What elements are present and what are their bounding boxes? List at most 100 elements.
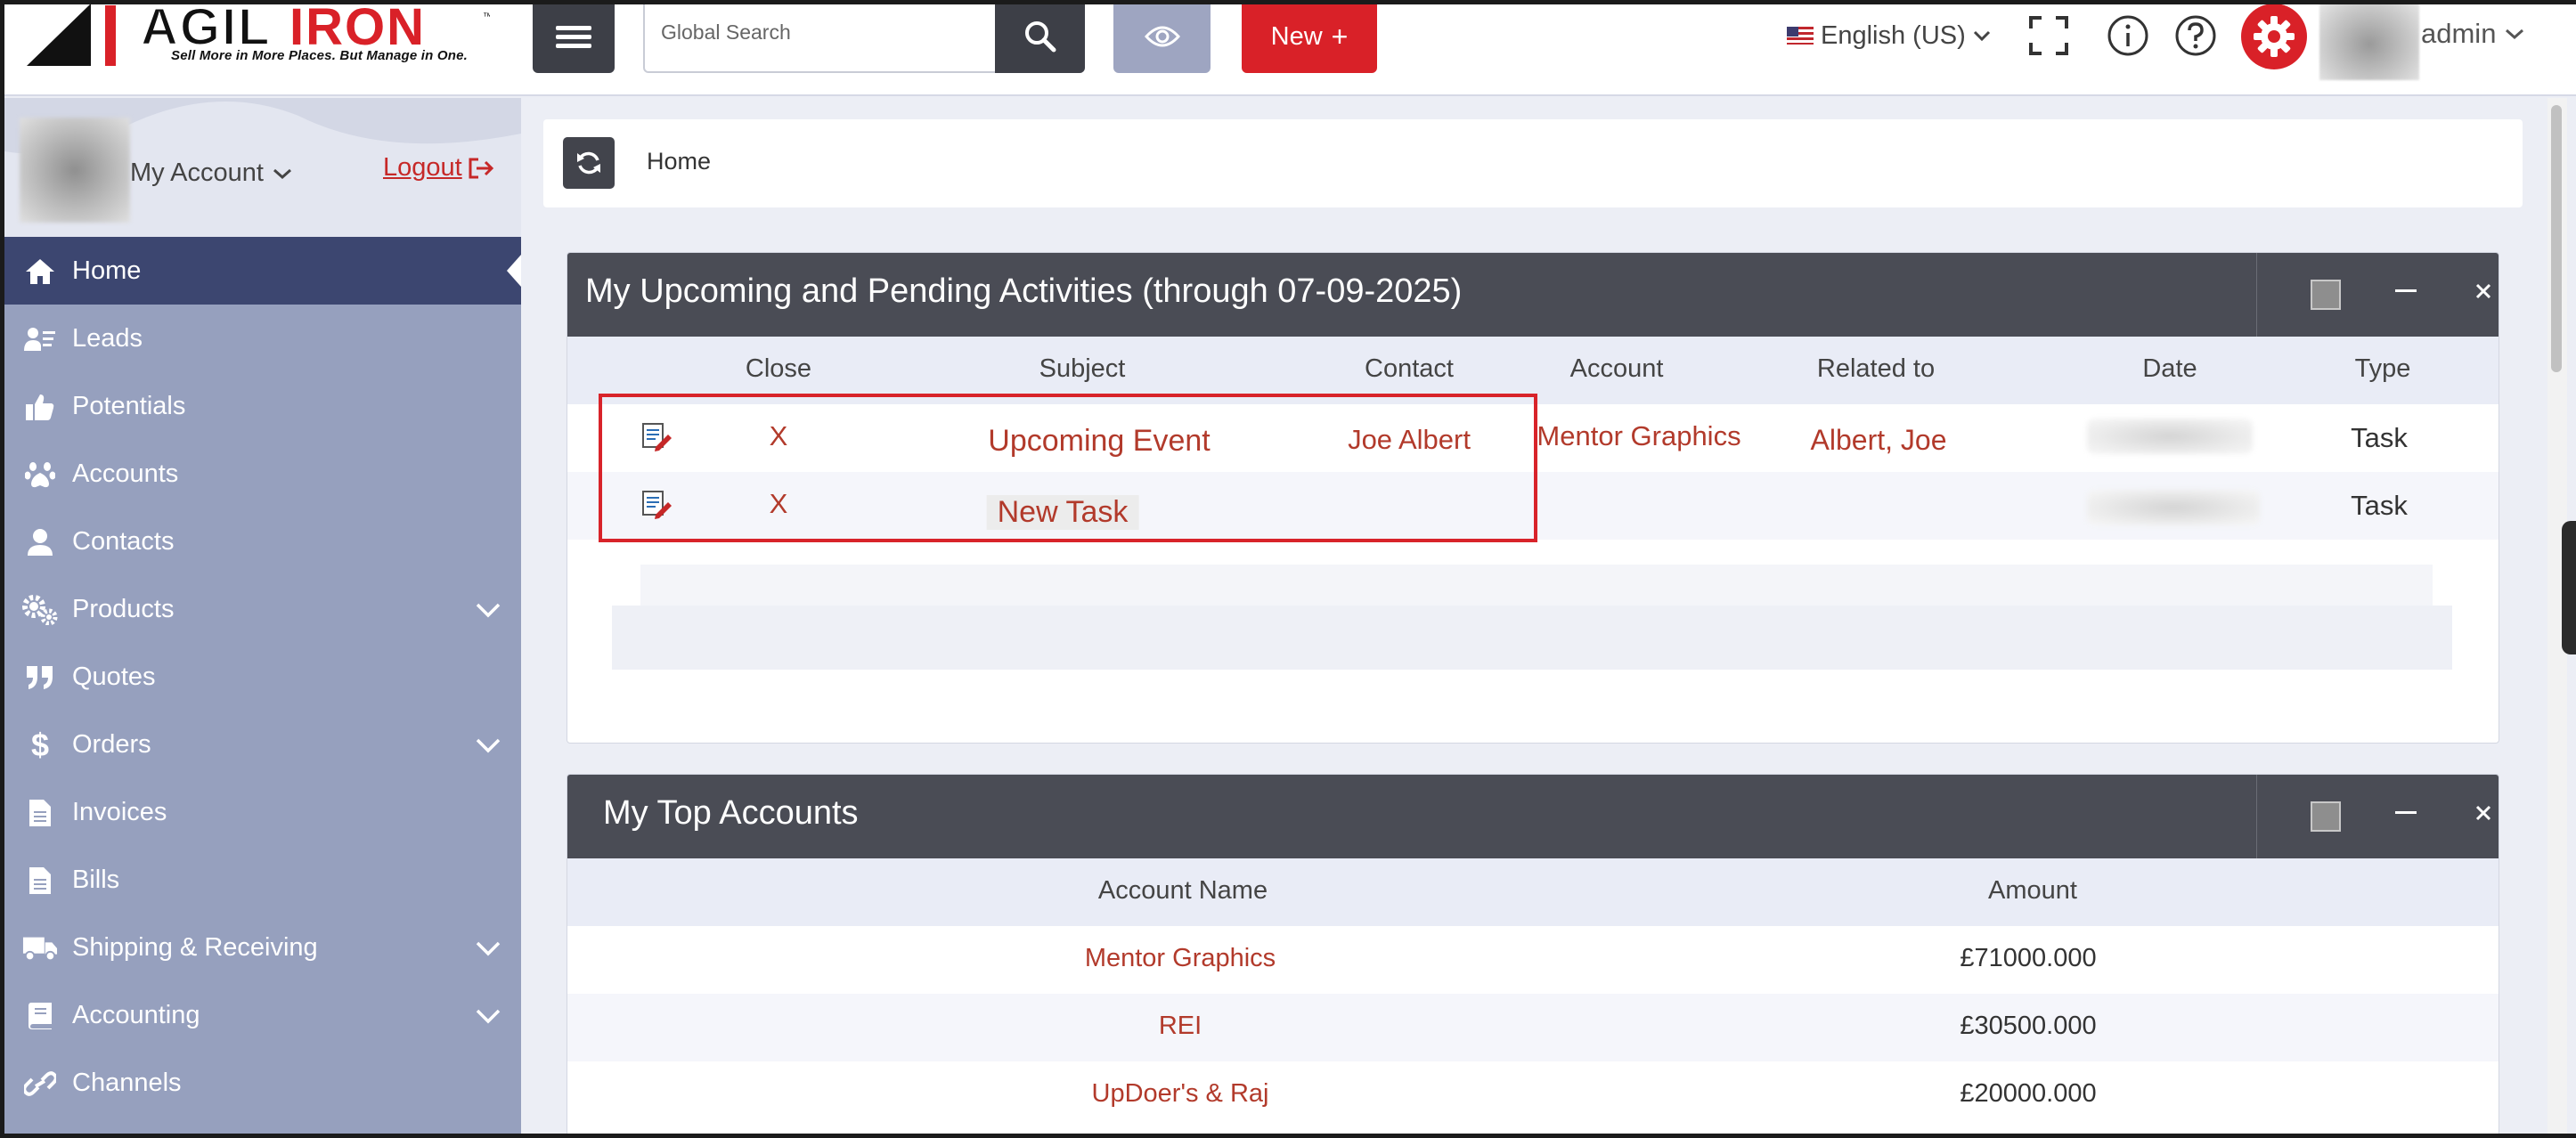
sidebar-item-contacts[interactable]: Contacts [4, 508, 521, 575]
thumbs-up-icon [22, 392, 58, 422]
sidebar-item-potentials[interactable]: Potentials [4, 372, 521, 440]
sidebar-item-channels[interactable]: Channels [4, 1049, 521, 1117]
type-value: Task [2351, 422, 2408, 453]
new-button[interactable]: New + [1242, 0, 1377, 73]
top-bar: AGIL IRON ™ Sell More in More Places. Bu… [0, 0, 2576, 96]
document-icon [22, 798, 58, 828]
account-name-link[interactable]: UpDoer's & Raj [1092, 1079, 1269, 1109]
sidebar-item-products[interactable]: Products [4, 575, 521, 643]
refresh-button[interactable] [563, 137, 615, 189]
logout-link[interactable]: Logout [383, 153, 494, 183]
column-header-date[interactable]: Date [2142, 354, 2197, 384]
account-panel: My Account Logout [4, 98, 521, 237]
minimize-button[interactable] [2384, 791, 2428, 835]
account-avatar[interactable] [20, 118, 130, 223]
sidebar-item-orders[interactable]: $ Orders [4, 711, 521, 778]
minimize-button[interactable] [2384, 269, 2428, 313]
sidebar-item-label: Products [72, 594, 175, 623]
column-header-related-to[interactable]: Related to [1817, 354, 1935, 384]
activities-panel-header: My Upcoming and Pending Activities (thro… [567, 253, 2499, 337]
table-row: UpDoer's & Raj £20000.000 [567, 1061, 2499, 1129]
sidebar-item-label: Channels [72, 1068, 182, 1097]
account-name-link[interactable]: REI [1159, 1012, 1202, 1041]
sidebar-item-accounting[interactable]: Accounting [4, 981, 521, 1049]
close-button[interactable] [2466, 791, 2499, 835]
close-icon [2475, 805, 2491, 821]
sidebar-item-shipping-receiving[interactable]: Shipping & Receiving [4, 914, 521, 981]
sidebar-item-bills[interactable]: Bills [4, 846, 521, 914]
sidebar-item-label: Orders [72, 729, 151, 759]
sidebar-item-invoices[interactable]: Invoices [4, 778, 521, 846]
info-button[interactable] [2106, 13, 2150, 58]
column-header-type[interactable]: Type [2355, 354, 2411, 384]
my-account-menu[interactable]: My Account [130, 159, 292, 188]
book-icon [22, 1001, 58, 1031]
sidebar-item-leads[interactable]: Leads [4, 305, 521, 372]
refresh-icon [577, 151, 600, 175]
column-header-account-name[interactable]: Account Name [1098, 876, 1268, 906]
brand-tagline: Sell More in More Places. But Manage in … [171, 48, 469, 63]
panel-settings-button[interactable] [2311, 801, 2341, 832]
redacted-date [2087, 490, 2260, 525]
column-header-account[interactable]: Account [1570, 354, 1664, 384]
top-accounts-panel-title: My Top Accounts [603, 794, 859, 832]
chevron-down-icon[interactable] [475, 600, 501, 620]
account-name-link[interactable]: Mentor Graphics [1085, 944, 1276, 973]
chevron-down-icon[interactable] [475, 939, 501, 958]
column-header-close[interactable]: Close [746, 354, 811, 384]
sidebar-item-label: Shipping & Receiving [72, 932, 318, 962]
scrollbar-thumb[interactable] [2551, 105, 2562, 372]
related-to-link[interactable]: Albert, Joe [1811, 424, 1947, 457]
chevron-down-icon [1973, 30, 1990, 42]
amount-value: £30500.000 [1960, 1012, 2097, 1040]
chevron-down-icon[interactable] [475, 736, 501, 755]
chevron-down-icon [273, 168, 291, 179]
chevron-down-icon[interactable] [475, 1006, 501, 1026]
account-link[interactable]: Mentor Graphics [1537, 420, 1740, 452]
home-icon [22, 256, 58, 287]
global-search-input[interactable] [661, 16, 955, 48]
sidebar-item-accounts[interactable]: Accounts [4, 440, 521, 508]
fullscreen-button[interactable] [2026, 13, 2071, 58]
table-row: Mentor Graphics £71000.000 [567, 926, 2499, 994]
minimize-icon [2395, 811, 2417, 814]
amount-value: £71000.000 [1960, 944, 2097, 972]
close-icon [2475, 283, 2491, 299]
column-header-amount[interactable]: Amount [1988, 876, 2077, 906]
user-name: admin [2421, 18, 2497, 49]
column-header-subject[interactable]: Subject [1039, 354, 1126, 384]
panel-controls [2256, 253, 2499, 337]
panel-settings-button[interactable] [2311, 280, 2341, 310]
type-value: Task [2351, 490, 2408, 521]
leads-icon [22, 324, 58, 354]
close-button[interactable] [2466, 269, 2499, 313]
search-button[interactable] [995, 0, 1085, 73]
column-header-contact[interactable]: Contact [1365, 354, 1454, 384]
hamburger-menu-button[interactable] [533, 0, 615, 73]
preview-button[interactable] [1113, 0, 1211, 73]
sidebar-item-label: Leads [72, 323, 143, 353]
settings-button[interactable] [2241, 4, 2307, 69]
sidebar-nav: Home Leads Potentials Accounts Contacts … [4, 237, 521, 1117]
gear-icon [2254, 16, 2295, 57]
hamburger-icon [556, 21, 591, 53]
logout-label: Logout [383, 153, 462, 182]
user-avatar[interactable] [2319, 0, 2419, 80]
link-icon [22, 1069, 58, 1099]
sidebar-item-quotes[interactable]: Quotes [4, 643, 521, 711]
user-menu[interactable]: admin [2421, 18, 2524, 50]
empty-row [612, 606, 2452, 670]
top-accounts-panel-header: My Top Accounts [567, 775, 2499, 858]
sidebar-item-home[interactable]: Home [4, 237, 521, 305]
side-panel-handle[interactable] [2562, 521, 2576, 654]
dollar-icon: $ [30, 727, 50, 763]
language-selector[interactable]: English (US) [1787, 18, 1991, 53]
help-button[interactable] [2173, 13, 2218, 58]
table-row: REI £30500.000 [567, 994, 2499, 1061]
language-label: English (US) [1821, 20, 1966, 50]
sidebar: My Account Logout Home Leads Potentials … [4, 98, 521, 1138]
svg-text:™: ™ [483, 12, 490, 22]
document-icon [22, 866, 58, 896]
new-button-label: New [1270, 21, 1323, 51]
breadcrumb-home[interactable]: Home [647, 148, 711, 175]
